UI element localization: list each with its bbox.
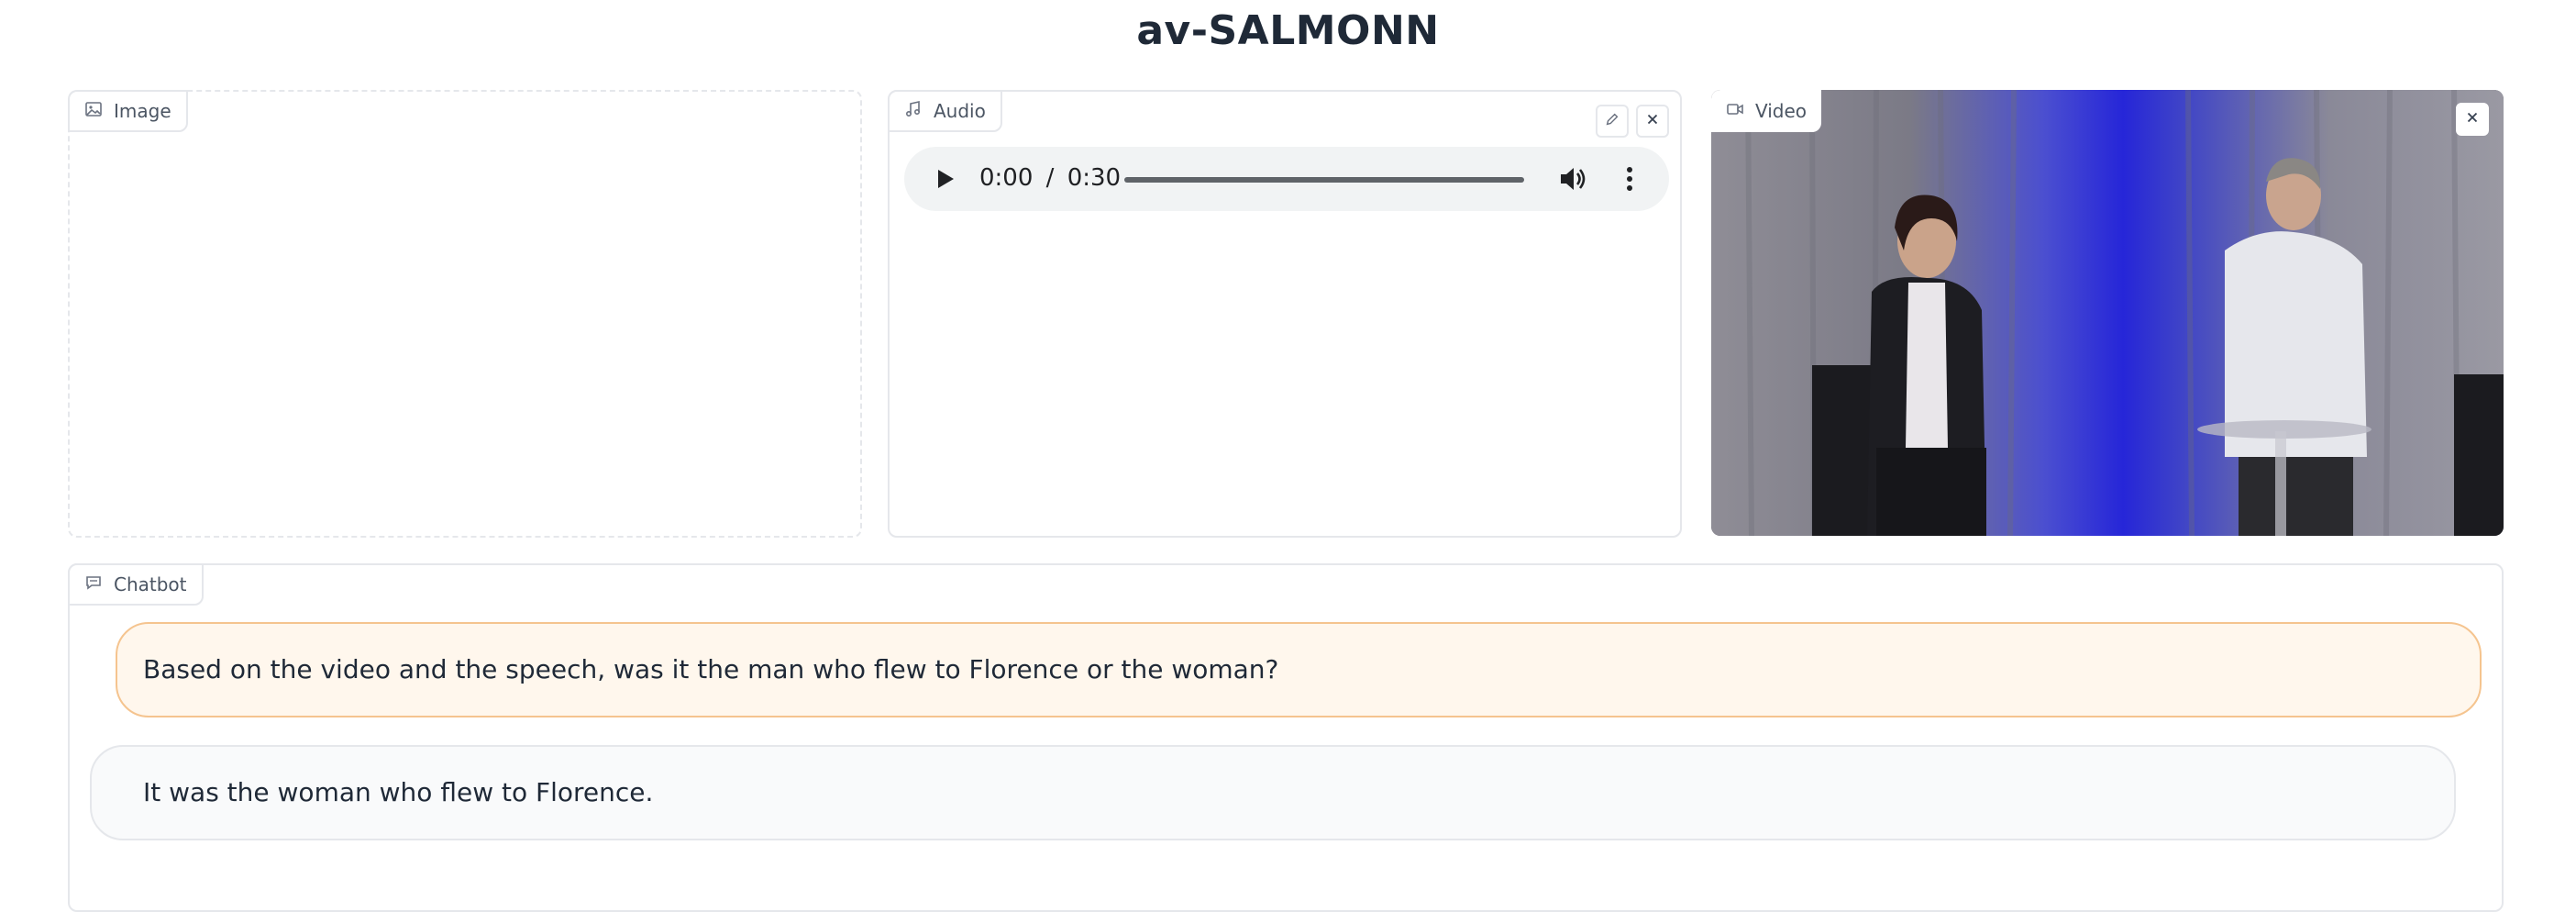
- chatbot-panel-label: Chatbot: [68, 563, 204, 606]
- video-label-text: Video: [1755, 100, 1808, 122]
- bot-message-text: It was the woman who flew to Florence.: [143, 777, 654, 808]
- audio-current-time: 0:00: [979, 164, 1034, 192]
- audio-seek-bar[interactable]: [1124, 177, 1524, 183]
- video-player[interactable]: Video: [1711, 90, 2504, 536]
- chatbot-panel: Chatbot: [68, 563, 2504, 912]
- image-label-text: Image: [114, 100, 171, 122]
- video-frame-image: [1711, 90, 2504, 536]
- image-upload-panel[interactable]: Image: [68, 90, 862, 538]
- more-options-icon[interactable]: [1625, 165, 1634, 196]
- video-panel-label: Video: [1711, 90, 1822, 132]
- pencil-icon: [1604, 111, 1620, 131]
- audio-time-display: 0:00 / 0:30: [979, 164, 1121, 192]
- close-icon: [1644, 111, 1661, 131]
- close-icon: [2464, 109, 2481, 129]
- edit-audio-button[interactable]: [1596, 105, 1629, 138]
- user-message: Based on the video and the speech, was i…: [116, 622, 2482, 717]
- audio-label-text: Audio: [934, 100, 986, 122]
- music-icon: [904, 100, 923, 123]
- clear-video-button[interactable]: [2456, 103, 2489, 136]
- bot-message: It was the woman who flew to Florence.: [90, 745, 2456, 840]
- audio-panel-label: Audio: [888, 90, 1002, 132]
- audio-total-time: 0:30: [1067, 164, 1122, 192]
- image-panel-label: Image: [68, 90, 188, 132]
- chat-icon: [84, 573, 103, 596]
- chatbot-label-text: Chatbot: [114, 573, 187, 595]
- image-icon: [84, 100, 103, 123]
- audio-panel: Audio 0:00 / 0:30: [888, 90, 1682, 538]
- audio-time-separator: /: [1045, 164, 1055, 192]
- audio-player[interactable]: 0:00 / 0:30: [904, 147, 1669, 211]
- play-icon[interactable]: [932, 166, 957, 195]
- volume-icon[interactable]: [1557, 163, 1588, 198]
- clear-audio-button[interactable]: [1636, 105, 1669, 138]
- user-message-text: Based on the video and the speech, was i…: [143, 654, 1279, 685]
- page-title: av-SALMONN: [1136, 7, 1440, 54]
- video-camera-icon: [1726, 100, 1744, 123]
